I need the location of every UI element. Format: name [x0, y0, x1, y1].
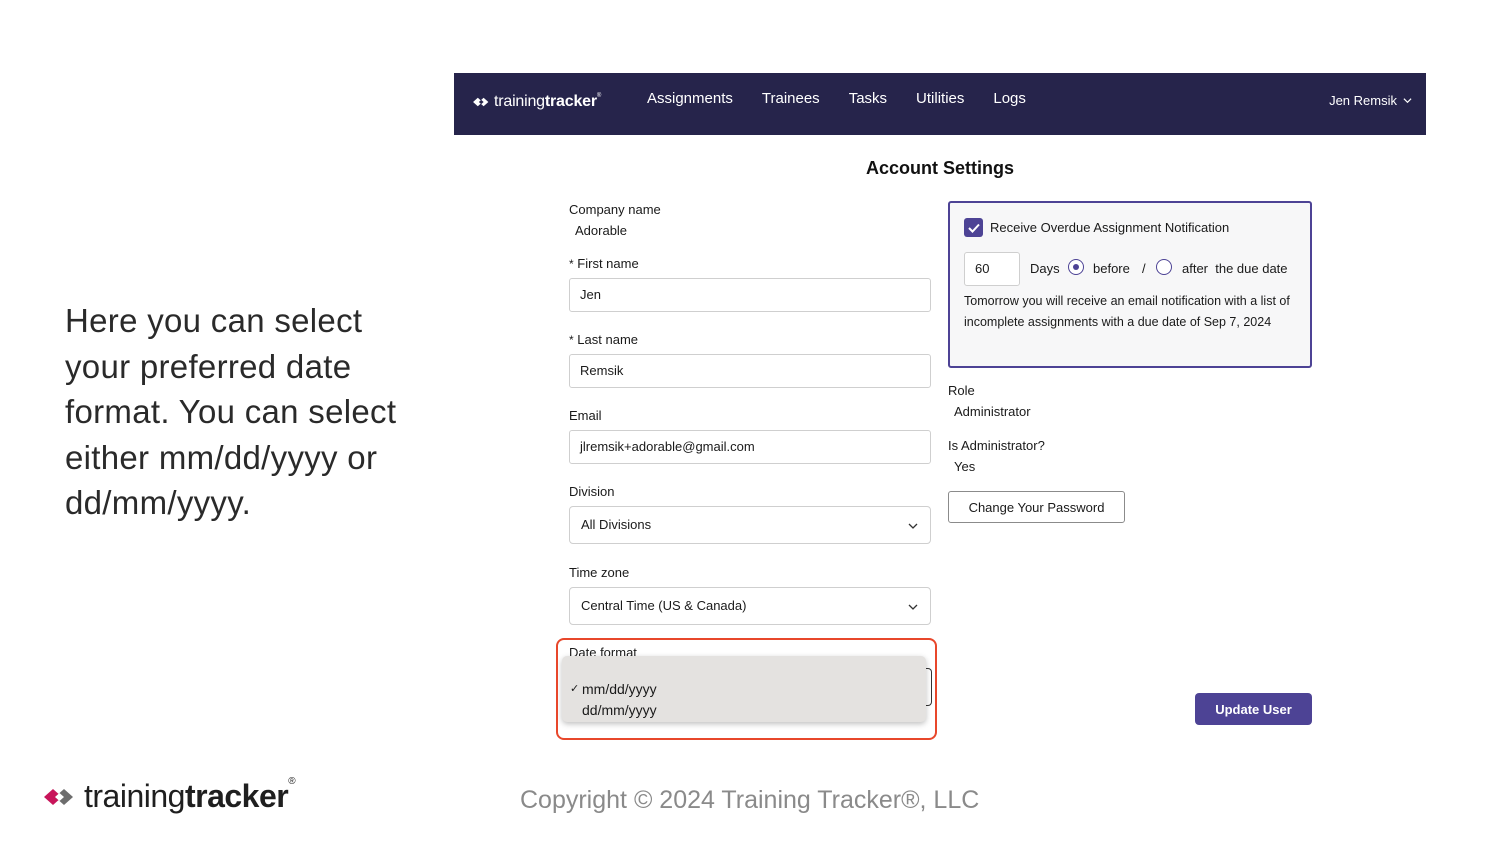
footer-logo: trainingtracker® — [42, 776, 296, 815]
company-name-value: Adorable — [575, 223, 628, 238]
nav-assignments[interactable]: Assignments — [647, 90, 733, 107]
navbar: trainingtracker® Assignments Trainees Ta… — [454, 73, 1426, 135]
footer-brand-text: trainingtracker® — [84, 776, 296, 815]
page-title: Account Settings — [865, 158, 1014, 178]
timezone-selected: Central Time (US & Canada) — [581, 598, 747, 613]
days-input[interactable]: 60 — [964, 252, 1020, 286]
nav-trainees[interactable]: Trainees — [762, 90, 820, 107]
brand-registered-mark: ® — [288, 776, 296, 787]
last-name-label: * Last name — [569, 332, 638, 347]
email-label: Email — [569, 408, 602, 423]
first-name-label: * First name — [569, 256, 639, 271]
nav-links: Assignments Trainees Tasks Utilities Log… — [647, 90, 1055, 107]
first-name-label-text: First name — [577, 256, 639, 271]
intro-text: Here you can select your preferred date … — [65, 302, 397, 521]
division-selected: All Divisions — [581, 517, 652, 532]
copyright: Copyright © 2024 Training Tracker®, LLC — [520, 786, 980, 814]
overdue-notification-panel: Receive Overdue Assignment Notification … — [948, 201, 1312, 368]
nav-brand-text: trainingtracker® — [494, 93, 601, 111]
timezone-label: Time zone — [569, 565, 630, 580]
chevron-down-icon — [908, 604, 918, 610]
is-admin-label: Is Administrator? — [948, 438, 1045, 453]
trainingtracker-logo-icon — [44, 788, 73, 805]
last-name-input[interactable]: Remsik — [569, 354, 931, 388]
division-select[interactable]: All Divisions — [569, 506, 931, 544]
role-value: Administrator — [954, 404, 1031, 419]
division-label: Division — [569, 484, 615, 499]
after-label: after the due date — [1182, 261, 1288, 276]
required-marker: * — [569, 333, 574, 347]
days-label: Days — [1030, 261, 1060, 276]
first-name-input[interactable]: Jen — [569, 278, 931, 312]
nav-tasks[interactable]: Tasks — [849, 90, 887, 107]
before-radio[interactable] — [1068, 259, 1084, 275]
before-label: before — [1093, 261, 1130, 276]
nav-utilities[interactable]: Utilities — [916, 90, 964, 107]
notification-message: Tomorrow you will receive an email notif… — [964, 294, 1290, 329]
company-name-label: Company name — [569, 202, 661, 217]
after-radio[interactable] — [1156, 259, 1172, 275]
app-window: trainingtracker® Assignments Trainees Ta… — [454, 73, 1426, 753]
nav-logs[interactable]: Logs — [993, 90, 1026, 107]
brand-bold: tracker — [184, 778, 289, 814]
radio-separator: / — [1142, 261, 1146, 276]
nav-brand-registered-mark: ® — [596, 93, 602, 99]
email-input[interactable]: jlremsik+adorable@gmail.com — [569, 430, 931, 464]
checkmark-icon — [967, 223, 980, 233]
role-label: Role — [948, 383, 975, 398]
is-admin-value: Yes — [954, 459, 976, 474]
overdue-notification-checkbox[interactable] — [964, 218, 983, 237]
nav-brand-bold: tracker — [544, 93, 597, 110]
brand-light: training — [84, 778, 185, 814]
user-name: Jen Remsik — [1329, 93, 1397, 108]
nav-logo[interactable]: trainingtracker® — [472, 93, 601, 111]
timezone-select[interactable]: Central Time (US & Canada) — [569, 587, 931, 625]
nav-brand-light: training — [494, 93, 545, 110]
overdue-notification-title: Receive Overdue Assignment Notification — [990, 220, 1230, 235]
chevron-down-icon — [1403, 98, 1412, 104]
change-password-button[interactable]: Change Your Password — [948, 491, 1125, 523]
chevron-down-icon — [908, 523, 918, 529]
trainingtracker-logo-icon — [473, 97, 489, 107]
date-format-highlight — [556, 638, 937, 740]
update-user-button[interactable]: Update User — [1195, 693, 1312, 725]
last-name-label-text: Last name — [577, 332, 638, 347]
user-menu[interactable]: Jen Remsik — [1329, 93, 1412, 108]
required-marker: * — [569, 257, 574, 271]
